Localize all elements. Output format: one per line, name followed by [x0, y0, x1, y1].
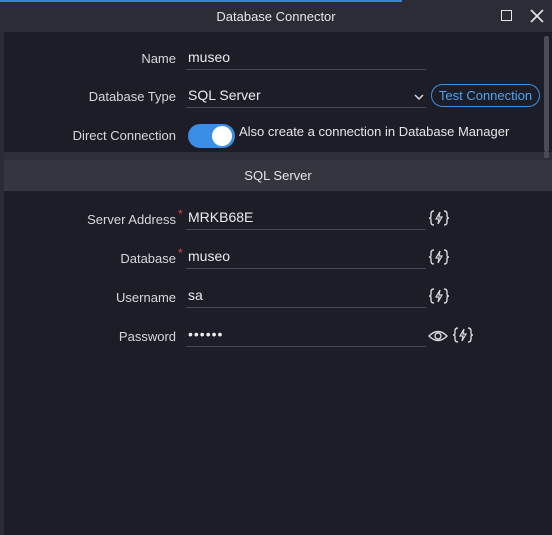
- dynamic-data-icon[interactable]: [428, 248, 450, 266]
- dynamic-data-icon[interactable]: [428, 287, 450, 305]
- chevron-down-icon: [414, 94, 424, 101]
- name-value: museo: [188, 49, 231, 65]
- dynamic-data-icon[interactable]: [452, 326, 474, 344]
- name-label: Name: [141, 51, 176, 66]
- database-field[interactable]: museo: [186, 245, 426, 269]
- direct-connection-description: Also create a connection in Database Man…: [239, 124, 510, 139]
- direct-connection-label: Direct Connection: [72, 128, 176, 143]
- required-marker: *: [178, 207, 183, 221]
- database-type-label: Database Type: [88, 89, 176, 104]
- server-address-value: MRKB68E: [188, 209, 254, 225]
- server-address-field[interactable]: MRKB68E: [186, 206, 426, 230]
- close-button[interactable]: [526, 6, 548, 26]
- password-field[interactable]: ••••••: [186, 323, 426, 347]
- panel-divider: [4, 152, 552, 160]
- password-label: Password: [118, 329, 176, 344]
- database-value: museo: [188, 248, 231, 264]
- database-type-value: SQL Server: [188, 87, 261, 103]
- maximize-icon: [501, 10, 512, 21]
- required-marker: *: [178, 246, 183, 260]
- maximize-button[interactable]: [496, 6, 518, 26]
- divider-scroll-thumb: [544, 152, 549, 158]
- server-address-label: Server Address: [87, 212, 176, 227]
- window-title: Database Connector: [216, 9, 336, 24]
- username-field[interactable]: sa: [186, 284, 426, 308]
- active-indicator-line: [0, 0, 402, 2]
- section-title: SQL Server: [244, 168, 312, 183]
- database-label: Database: [120, 251, 176, 266]
- toggle-knob: [212, 126, 232, 146]
- test-connection-button[interactable]: Test Connection: [431, 84, 540, 107]
- password-value: ••••••: [188, 326, 224, 342]
- direct-connection-toggle[interactable]: [188, 124, 235, 148]
- username-value: sa: [188, 287, 203, 303]
- title-bar: Database Connector: [0, 0, 552, 32]
- name-field[interactable]: museo: [186, 46, 426, 70]
- database-type-select[interactable]: SQL Server: [186, 84, 426, 108]
- close-icon: [530, 9, 544, 23]
- sql-server-section-header: SQL Server: [4, 160, 552, 191]
- username-label: Username: [116, 290, 176, 305]
- eye-icon[interactable]: [428, 327, 448, 345]
- dynamic-data-icon[interactable]: [428, 209, 450, 227]
- scrollbar-thumb[interactable]: [544, 36, 549, 152]
